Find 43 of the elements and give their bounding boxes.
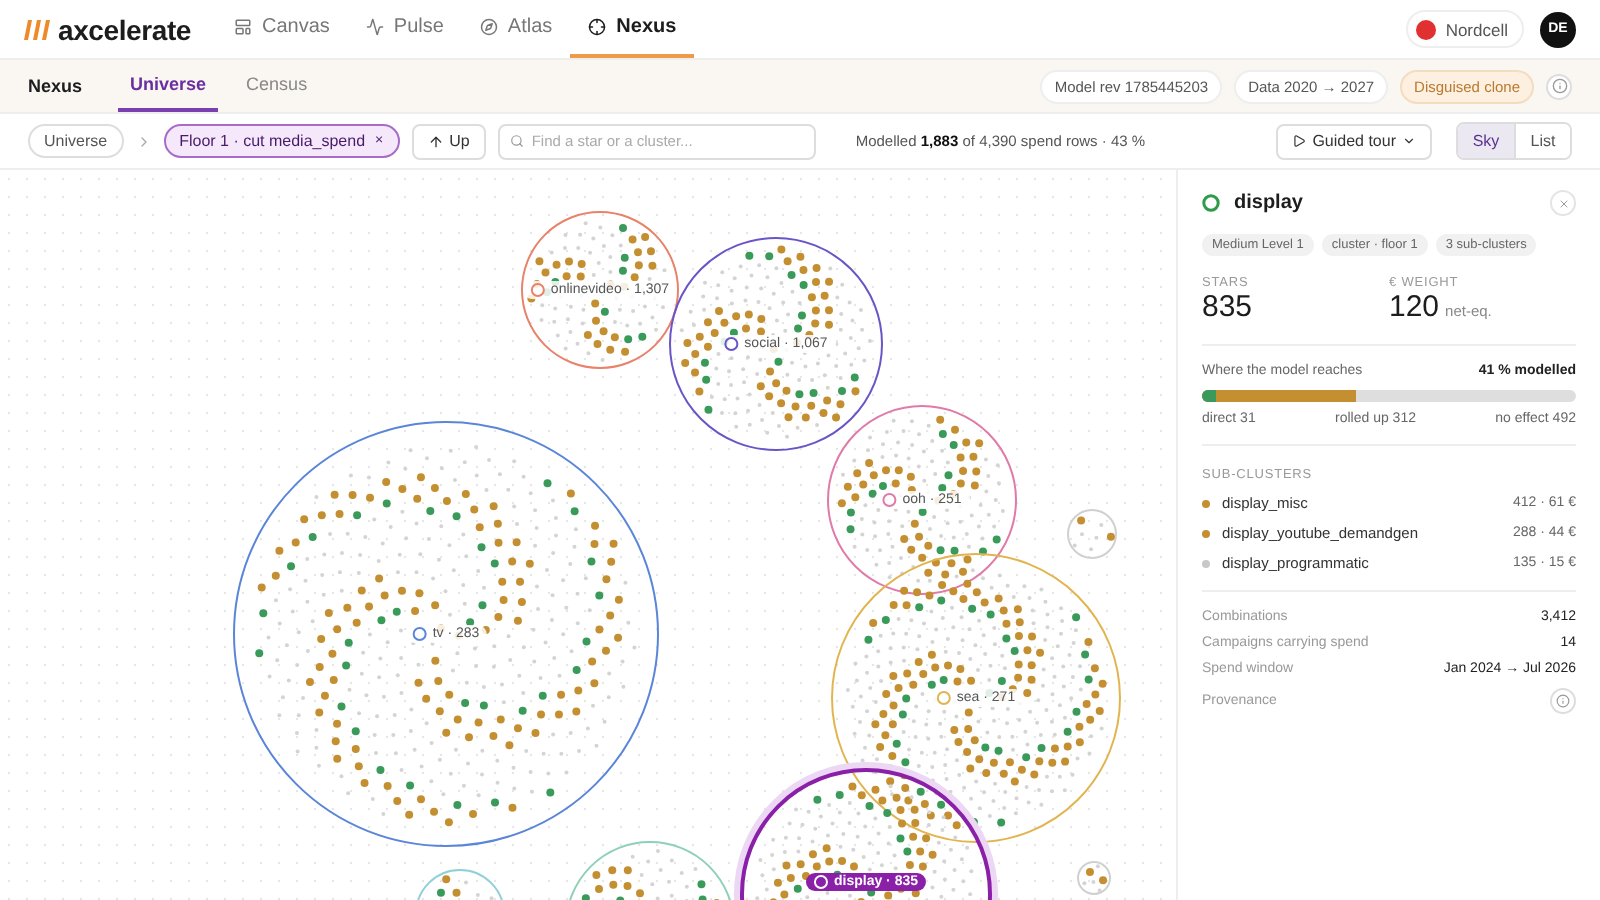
caret-icon [1402,134,1416,148]
nav-tab[interactable]: Pulse [347,0,462,58]
info-icon[interactable] [1546,73,1572,99]
info-icon[interactable] [1550,688,1576,714]
info-glyph-icon [1551,78,1567,94]
cluster-ring[interactable] [521,211,679,369]
cluster-ring[interactable] [831,553,1121,843]
guided-tour-button[interactable]: Guided tour [1276,123,1432,159]
cluster-ring[interactable] [827,405,1017,595]
ring-icon [724,337,739,351]
search-icon [509,133,524,147]
sub-tab[interactable]: Universe [118,60,219,112]
nav-tab[interactable]: Atlas [461,0,571,58]
crumb-label: Universe [44,132,108,150]
crumb-label: Floor 1 · cut media_spend [179,132,366,150]
ring-icon [412,627,427,641]
view-toggle[interactable]: Sky [1458,124,1514,158]
stat-value: 835 [1202,290,1253,324]
layout-icon [234,18,252,36]
ring-icon [882,493,897,507]
nav-tab[interactable]: Canvas [216,0,348,58]
ring-icon [1202,194,1220,212]
workspace-switcher[interactable]: Nordcell [1405,10,1524,48]
close-icon [1557,197,1569,209]
crosshair-icon [588,18,607,36]
compass-icon [479,18,498,36]
play-icon [1292,134,1307,148]
breadcrumb-link[interactable]: Universe [28,124,124,158]
ring-icon [813,875,828,889]
up-button[interactable]: Up [411,123,486,159]
brand-name: axcelerate [58,13,192,45]
cluster-ring[interactable] [740,768,992,900]
info-glyph-icon [1556,694,1570,708]
ring-icon [936,691,951,705]
stat-value: 120 [1389,290,1440,324]
view-toggle[interactable]: List [1514,124,1570,158]
logo-bars-icon [24,18,52,40]
section-title: Nexus [28,74,83,100]
ring-icon [530,283,545,297]
arrow-up-icon [427,133,444,149]
pulse-icon [365,18,384,36]
panel-title: display [1234,192,1305,214]
cluster-ring[interactable] [669,237,883,451]
